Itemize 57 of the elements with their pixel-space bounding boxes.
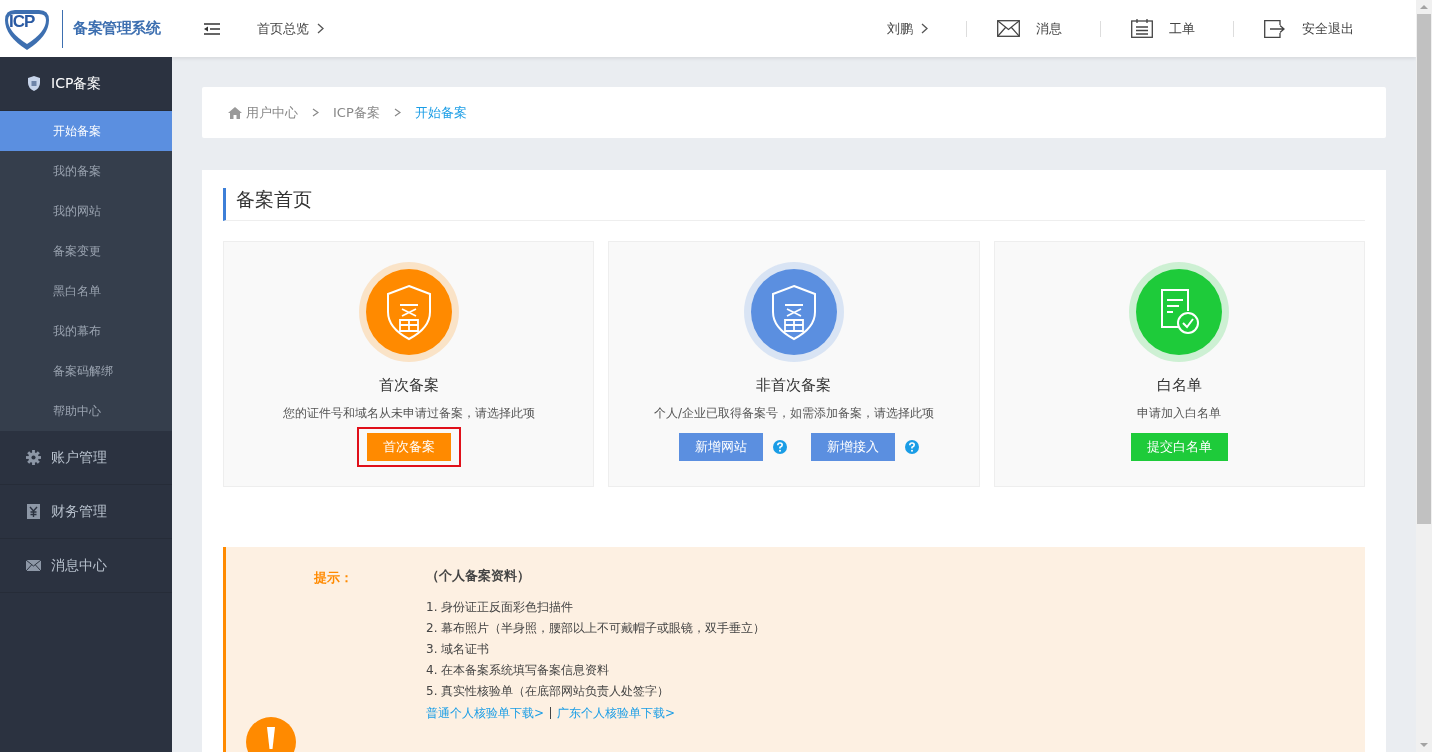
option-title: 白名单	[1156, 376, 1202, 395]
tip-item: 5. 真实性核验单（在底部网站负责人处签字）	[426, 683, 671, 700]
help-icon[interactable]	[773, 440, 787, 454]
sidebar-item[interactable]: 黑白名单	[0, 271, 172, 311]
help-icon[interactable]	[905, 440, 919, 454]
user-name[interactable]: 刘鹏	[887, 19, 913, 38]
header-action[interactable]: 工单	[1131, 19, 1195, 38]
sidebar-item[interactable]: 我的备案	[0, 151, 172, 191]
chevron-icon	[393, 108, 401, 117]
chevron-icon	[921, 23, 928, 34]
mail-icon	[26, 560, 41, 571]
menu-group[interactable]: 账户管理	[0, 431, 172, 485]
header-action[interactable]: 安全退出	[1264, 19, 1354, 38]
sidebar-item[interactable]: 我的幕布	[0, 311, 172, 351]
home-icon	[228, 106, 242, 119]
tip-item: 1. 身份证正反面彩色扫描件	[426, 599, 575, 616]
yen-icon	[27, 504, 40, 519]
sidebar-item[interactable]: 开始备案	[0, 111, 172, 151]
scrollbar[interactable]	[1416, 0, 1432, 752]
tip-item: 4. 在本备案系统填写备案信息资料	[426, 662, 611, 679]
breadcrumb-link[interactable]: 开始备案	[414, 103, 467, 122]
sidebar-item[interactable]: 帮助中心	[0, 391, 172, 431]
logo-text: ICP	[9, 12, 35, 32]
menu-group[interactable]: 财务管理	[0, 485, 172, 539]
tips-label: 提示：	[314, 570, 353, 585]
chevron-icon	[317, 23, 324, 34]
breadcrumb-link[interactable]: 用户中心	[246, 103, 298, 122]
tip-item: 2. 幕布照片（半身照，腰部以上不可戴帽子或眼镜，双手垂立）	[426, 620, 766, 637]
tips-heading: （个人备案资料）	[426, 567, 531, 585]
breadcrumb-link[interactable]: ICP备案	[333, 103, 380, 122]
download-link[interactable]: 普通个人核验单下载>	[426, 702, 545, 724]
action-button[interactable]: 新增接入	[811, 433, 895, 461]
option-title: 非首次备案	[756, 376, 832, 395]
menu-group[interactable]: 消息中心	[0, 539, 172, 593]
option-description: 申请加入白名单	[1137, 405, 1222, 422]
sidebar-item[interactable]: 我的网站	[0, 191, 172, 231]
shield-icon	[26, 76, 41, 91]
tip-item: 3. 域名证书	[426, 641, 491, 658]
logout-icon	[1264, 19, 1286, 38]
option-title: 首次备案	[378, 376, 439, 395]
app-title: 备案管理系统	[73, 19, 160, 38]
option-description: 个人/企业已取得备案号，如需添加备案，请选择此项	[653, 405, 934, 422]
scrollbar-thumb[interactable]	[1417, 14, 1431, 524]
page-link[interactable]: 首页总览	[257, 19, 309, 38]
sidebar-item[interactable]: 备案码解绑	[0, 351, 172, 391]
header-action[interactable]: 消息	[997, 19, 1062, 38]
option-description: 您的证件号和域名从未申请过备案，请选择此项	[282, 405, 535, 422]
sidebar-item[interactable]: 备案变更	[0, 231, 172, 271]
clipboard-icon	[1131, 19, 1153, 38]
envelope-icon	[997, 20, 1020, 37]
download-link[interactable]: 广东个人核验单下载>	[557, 702, 676, 724]
gear-icon	[26, 450, 41, 465]
action-button[interactable]: 首次备案	[366, 433, 451, 461]
action-button[interactable]: 新增网站	[679, 433, 763, 461]
section-title: 备案首页	[223, 188, 1365, 221]
menu-toggle-icon[interactable]	[204, 22, 220, 35]
chevron-icon	[312, 108, 319, 117]
